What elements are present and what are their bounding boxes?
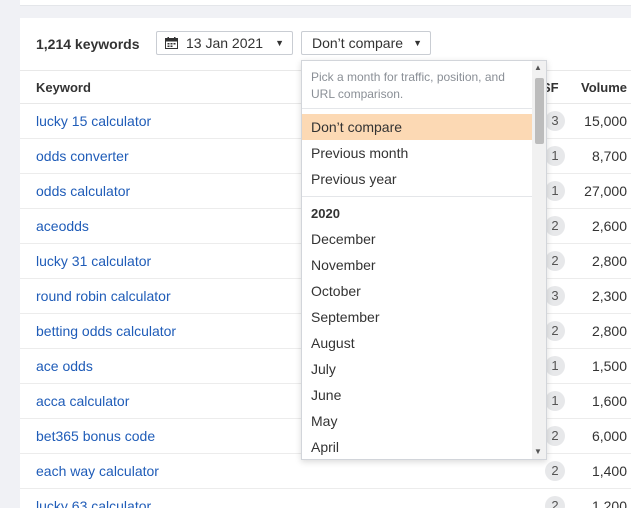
keyword-link[interactable]: bet365 bonus code (36, 428, 155, 444)
volume-value: 6,000 (591, 428, 627, 444)
volume-value: 1,600 (591, 393, 627, 409)
keyword-link[interactable]: lucky 31 calculator (36, 253, 151, 269)
date-label: 13 Jan 2021 (186, 35, 264, 51)
volume-value: 8,700 (591, 148, 627, 164)
chevron-down-icon: ▼ (413, 38, 422, 48)
sf-badge[interactable]: 3 (545, 111, 565, 131)
volume-value: 15,000 (584, 113, 627, 129)
keyword-link[interactable]: betting odds calculator (36, 323, 176, 339)
sf-badge[interactable]: 1 (545, 356, 565, 376)
column-header-keyword[interactable]: Keyword (36, 80, 91, 95)
divider (302, 196, 532, 197)
calendar-icon (165, 37, 178, 49)
sf-badge[interactable]: 2 (545, 251, 565, 271)
sf-badge[interactable]: 2 (545, 426, 565, 446)
keyword-link[interactable]: ace odds (36, 358, 93, 374)
sf-badge[interactable]: 2 (545, 321, 565, 341)
option-month[interactable]: August (302, 330, 532, 356)
keyword-link[interactable]: lucky 15 calculator (36, 113, 151, 129)
sf-badge[interactable]: 2 (545, 496, 565, 508)
option-month[interactable]: June (302, 382, 532, 408)
top-panel-edge (20, 0, 631, 6)
scroll-up-icon[interactable]: ▲ (534, 64, 542, 72)
compare-dropdown: Pick a month for traffic, position, and … (301, 60, 547, 460)
sf-badge[interactable]: 1 (545, 146, 565, 166)
volume-value: 1,400 (591, 463, 627, 479)
column-header-volume[interactable]: Volume (581, 80, 627, 95)
option-month[interactable]: July (302, 356, 532, 382)
divider (302, 108, 532, 109)
keyword-link[interactable]: lucky 63 calculator (36, 498, 151, 508)
group-label-year: 2020 (311, 206, 340, 221)
volume-value: 2,600 (591, 218, 627, 234)
dropdown-hint: Pick a month for traffic, position, and … (311, 70, 505, 101)
dropdown-scrollbar[interactable]: ▲ ▼ (532, 61, 546, 459)
scroll-down-icon[interactable]: ▼ (534, 448, 542, 456)
keyword-link[interactable]: acca calculator (36, 393, 129, 409)
table-row: lucky 63 calculator 2 1,200 (20, 488, 631, 508)
sf-badge[interactable]: 1 (545, 391, 565, 411)
sf-badge[interactable]: 2 (545, 461, 565, 481)
keyword-link[interactable]: odds calculator (36, 183, 130, 199)
volume-value: 2,800 (591, 253, 627, 269)
option-dont-compare[interactable]: Don’t compare (302, 114, 532, 140)
volume-value: 27,000 (584, 183, 627, 199)
option-month[interactable]: December (302, 226, 532, 252)
option-previous-month[interactable]: Previous month (302, 140, 532, 166)
date-picker-button[interactable]: 13 Jan 2021 ▼ (156, 31, 293, 55)
volume-value: 1,200 (591, 498, 627, 508)
compare-button[interactable]: Don’t compare ▼ (301, 31, 431, 55)
chevron-down-icon: ▼ (275, 38, 284, 48)
volume-value: 1,500 (591, 358, 627, 374)
option-month[interactable]: September (302, 304, 532, 330)
option-month[interactable]: May (302, 408, 532, 434)
keyword-link[interactable]: each way calculator (36, 463, 159, 479)
keyword-link[interactable]: round robin calculator (36, 288, 171, 304)
keyword-link[interactable]: aceodds (36, 218, 89, 234)
option-previous-year[interactable]: Previous year (302, 166, 532, 192)
option-month[interactable]: April (302, 434, 532, 459)
sf-badge[interactable]: 1 (545, 181, 565, 201)
option-month[interactable]: October (302, 278, 532, 304)
option-month[interactable]: November (302, 252, 532, 278)
sf-badge[interactable]: 2 (545, 216, 565, 236)
volume-value: 2,300 (591, 288, 627, 304)
compare-label: Don’t compare (312, 35, 404, 51)
keyword-count: 1,214 keywords (36, 36, 140, 52)
sf-badge[interactable]: 3 (545, 286, 565, 306)
volume-value: 2,800 (591, 323, 627, 339)
keyword-link[interactable]: odds converter (36, 148, 129, 164)
scrollbar-thumb[interactable] (535, 78, 544, 144)
